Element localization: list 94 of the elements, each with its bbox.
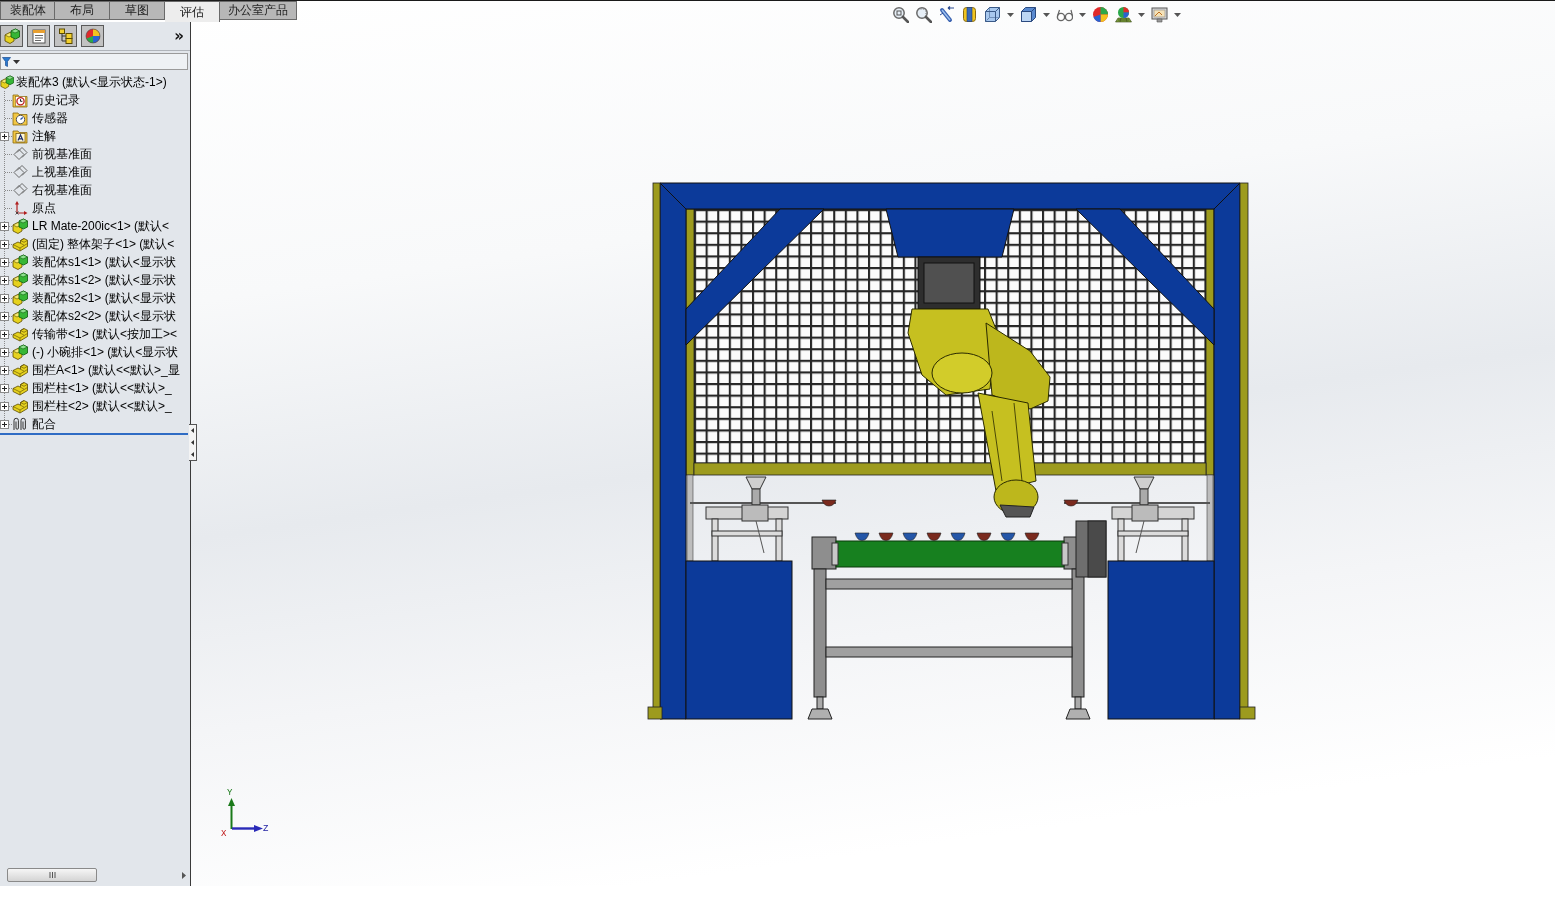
ribbon-tab[interactable]: 草图	[110, 1, 165, 20]
gauge-folder-icon	[12, 110, 28, 126]
bowl	[878, 532, 894, 541]
property-tab[interactable]	[27, 25, 50, 47]
assembly-icon	[12, 254, 28, 270]
assembly-icon	[12, 218, 28, 234]
plane-icon	[12, 164, 28, 180]
clock-folder-icon	[12, 92, 28, 108]
tree-item[interactable]: 传感器	[32, 109, 68, 127]
tree-item[interactable]: 历史记录	[32, 91, 80, 109]
assembly-icon	[12, 344, 28, 360]
bowl	[976, 532, 992, 541]
section-view-icon[interactable]	[961, 6, 978, 23]
ribbon-tab[interactable]: 办公室产品	[220, 1, 297, 20]
part-icon	[12, 236, 28, 252]
caret-icon[interactable]	[1138, 12, 1145, 17]
assembly-icon	[12, 290, 28, 306]
bowl	[854, 532, 870, 541]
tree-item[interactable]: 装配体3 (默认<显示状态-1>)	[16, 73, 167, 91]
display-manager-tab[interactable]	[81, 25, 104, 47]
tree-item[interactable]: 注解	[32, 127, 56, 145]
expand-icon[interactable]	[0, 329, 9, 339]
annotation-folder-icon	[12, 128, 28, 144]
configuration-tree-icon	[57, 28, 74, 44]
filter-icon	[2, 56, 11, 67]
expand-icon[interactable]	[0, 311, 9, 321]
expand-icon[interactable]	[0, 221, 9, 231]
part-icon	[12, 326, 28, 342]
expand-icon[interactable]	[0, 257, 9, 267]
axis-label: X	[221, 829, 227, 839]
previous-view-icon[interactable]	[938, 6, 955, 23]
paperclip-icon	[12, 416, 28, 432]
tree-item[interactable]: 前视基准面	[32, 145, 92, 163]
grip-icon	[48, 872, 56, 878]
property-sheet-icon	[30, 28, 47, 44]
tree-item[interactable]: 右视基准面	[32, 181, 92, 199]
tree-item[interactable]: LR Mate-200ic<1> (默认<	[32, 217, 170, 235]
feature-tree-tab[interactable]	[0, 25, 23, 47]
assembly-icon	[3, 28, 20, 44]
filter-field[interactable]	[0, 53, 188, 70]
ribbon-tab[interactable]: 布局	[55, 1, 110, 20]
bowl	[950, 532, 966, 541]
bowl	[1024, 532, 1040, 541]
expand-icon[interactable]	[0, 347, 9, 357]
caret-icon[interactable]	[1174, 12, 1181, 17]
axis-label: Y	[227, 788, 233, 798]
bowl	[1063, 499, 1079, 507]
origin-icon	[12, 200, 28, 216]
right-arrow-icon[interactable]	[182, 871, 186, 879]
axis-label: Z	[263, 824, 269, 834]
expand-icon[interactable]	[0, 401, 9, 411]
panel-collapse-handle[interactable]	[189, 424, 197, 461]
assembly-icon	[0, 75, 14, 89]
plane-icon	[12, 146, 28, 162]
color-ball-icon[interactable]	[1092, 6, 1109, 23]
bowl	[821, 499, 837, 507]
part-icon	[12, 380, 28, 396]
shaded-cube-icon[interactable]	[1020, 6, 1037, 23]
assembly-icon	[12, 272, 28, 288]
motor-housing	[1075, 520, 1107, 578]
bowl	[926, 532, 942, 541]
more-panels-button[interactable]: »	[172, 27, 186, 45]
expand-icon[interactable]	[0, 383, 9, 393]
wireframe-cube-icon[interactable]	[984, 6, 1001, 23]
caret-icon[interactable]	[1043, 12, 1050, 17]
monitor-icon[interactable]	[1151, 6, 1168, 23]
expand-icon[interactable]	[0, 419, 9, 429]
z-axis-arrow	[232, 825, 263, 832]
color-ball-icon	[84, 28, 101, 44]
scene-icon[interactable]	[1115, 6, 1132, 23]
ribbon-tab[interactable]: 评估	[165, 1, 220, 22]
tree-item[interactable]: 配合	[32, 415, 56, 433]
part-icon	[12, 398, 28, 414]
plane-icon	[12, 182, 28, 198]
assembly-icon	[12, 308, 28, 324]
tree-item[interactable]: 上视基准面	[32, 163, 92, 181]
scrollbar-thumb[interactable]	[7, 868, 97, 882]
expand-icon[interactable]	[0, 275, 9, 285]
caret-icon[interactable]	[1079, 12, 1086, 17]
caret-icon[interactable]	[1007, 12, 1014, 17]
y-axis-arrow	[228, 798, 235, 830]
expand-icon[interactable]	[0, 239, 9, 249]
caret-icon[interactable]	[13, 59, 20, 64]
zoom-area-icon[interactable]	[915, 6, 932, 23]
expand-icon[interactable]	[0, 365, 9, 375]
zoom-to-fit-icon[interactable]	[892, 6, 909, 23]
configuration-tab[interactable]	[54, 25, 77, 47]
ribbon-tab[interactable]: 装配体	[0, 1, 55, 20]
bowl	[902, 532, 918, 541]
expand-icon[interactable]	[0, 293, 9, 303]
bowl	[1000, 532, 1016, 541]
part-icon	[12, 362, 28, 378]
expand-icon[interactable]	[0, 131, 9, 141]
tree-item[interactable]: 原点	[32, 199, 56, 217]
